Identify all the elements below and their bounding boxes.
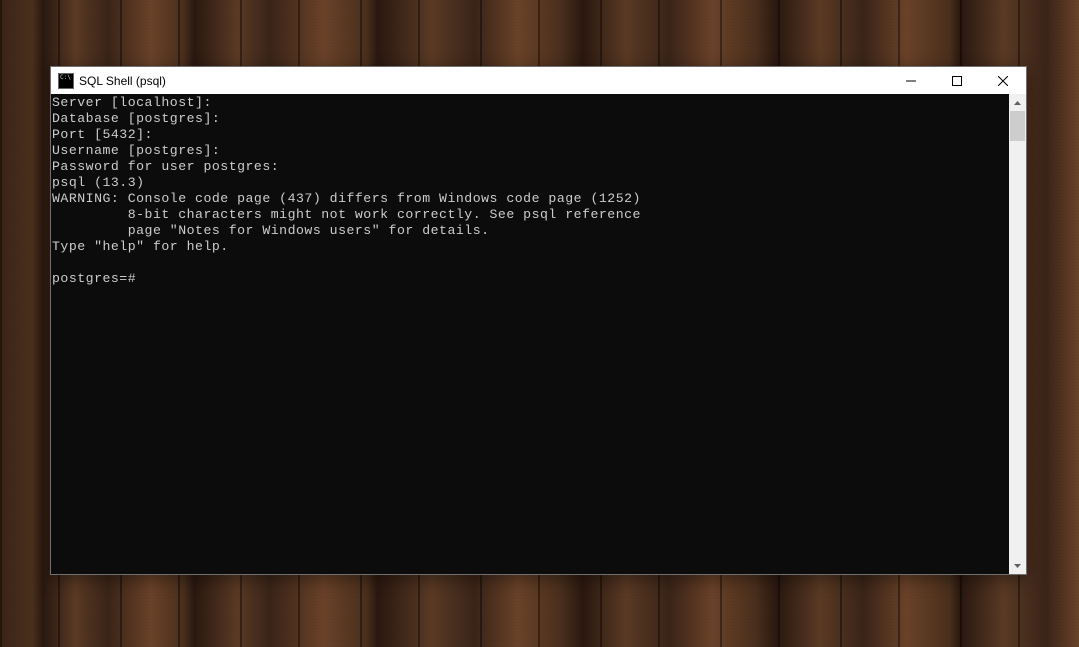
close-icon	[998, 76, 1008, 86]
scroll-down-arrow[interactable]	[1009, 557, 1026, 574]
scrollbar-thumb[interactable]	[1010, 111, 1025, 141]
maximize-icon	[952, 76, 962, 86]
app-icon	[58, 73, 74, 89]
window-controls	[888, 67, 1026, 94]
title-bar[interactable]: SQL Shell (psql)	[51, 67, 1026, 94]
scroll-up-arrow[interactable]	[1009, 94, 1026, 111]
terminal-output[interactable]: Server [localhost]: Database [postgres]:…	[51, 94, 1009, 574]
window-title: SQL Shell (psql)	[79, 74, 166, 88]
minimize-button[interactable]	[888, 67, 934, 94]
close-button[interactable]	[980, 67, 1026, 94]
terminal-container: Server [localhost]: Database [postgres]:…	[51, 94, 1026, 574]
sql-shell-window: SQL Shell (psql) Server [localhost]: Dat	[50, 66, 1027, 575]
maximize-button[interactable]	[934, 67, 980, 94]
minimize-icon	[906, 76, 916, 86]
vertical-scrollbar[interactable]	[1009, 94, 1026, 574]
